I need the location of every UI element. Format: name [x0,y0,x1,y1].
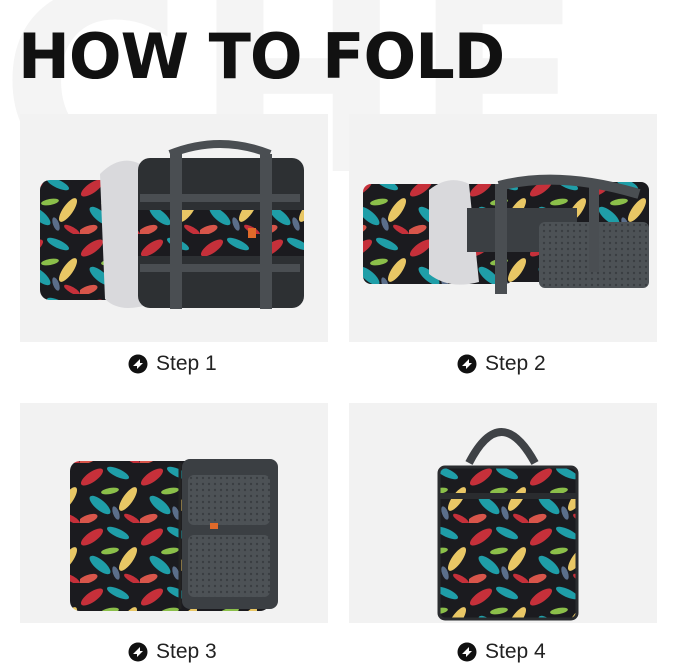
circle-arrow-icon [128,354,148,374]
page-title: HOW TO FOLD [18,20,505,93]
circle-arrow-icon [457,642,477,662]
circle-arrow-icon [457,354,477,374]
packed-pouch-illustration [437,428,579,621]
step-2-caption: Step 2 [457,351,546,377]
step-1-image [20,114,328,342]
circle-arrow-icon [128,642,148,662]
step-1-caption: Step 1 [128,351,217,377]
step-2-label: Step 2 [485,352,546,375]
step-4-label: Step 4 [485,640,546,663]
step-2-image [349,114,657,342]
step-1-label: Step 1 [156,352,217,375]
half-folded-backpack-illustration [363,174,649,294]
unfolded-backpack-illustration [40,140,304,309]
step-3-image [20,403,328,623]
step-4-caption: Step 4 [457,639,546,665]
step-3-caption: Step 3 [128,639,217,665]
step-3-label: Step 3 [156,640,217,663]
folded-panels-illustration [70,459,278,611]
step-4-image [349,403,657,623]
